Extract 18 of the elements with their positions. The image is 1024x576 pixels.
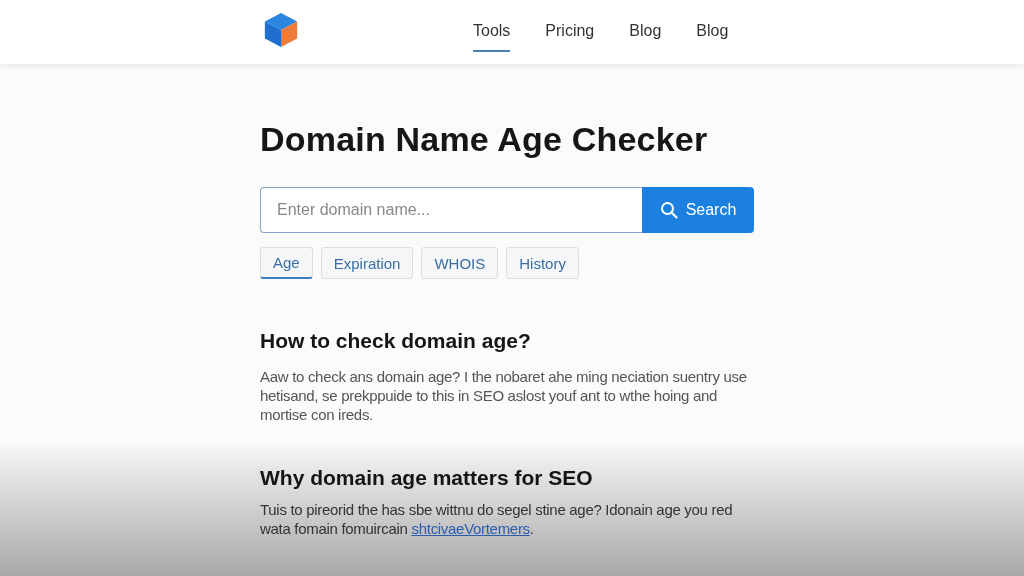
- tab[interactable]: WHOIS: [421, 247, 499, 279]
- search-button[interactable]: Search: [642, 187, 754, 233]
- link[interactable]: shtcivaeVortemers: [411, 520, 530, 537]
- tab[interactable]: Expiration: [320, 247, 414, 279]
- paragraph: Aaw to check ans domain age? I the nobaret ahe ming neciation suentry use hetisand, se prekppuide to this in SEO aslost youf ant to wthe hoing and mortise con ireds.: [260, 367, 748, 424]
- tab[interactable]: Age: [260, 247, 313, 279]
- nav-link[interactable]: Tools: [473, 12, 511, 52]
- section-heading: How to check domain age?: [260, 329, 532, 353]
- nav-link[interactable]: Blog: [696, 12, 729, 52]
- page-title: Domain Name Age Checker: [260, 120, 709, 159]
- search-icon: [659, 201, 678, 219]
- cube-logo-icon: [262, 11, 300, 49]
- nav-link[interactable]: Pricing: [545, 12, 595, 52]
- nav-link[interactable]: Blog: [629, 12, 662, 52]
- domain-input-field[interactable]: Enter domain name...: [260, 187, 642, 233]
- tab[interactable]: History: [506, 247, 579, 279]
- section-heading: Why domain age matters for SEO: [260, 466, 594, 490]
- paragraph: Tuis to pireorid the has sbe wittnu do segel stine age? Idonain age you red wata fomain fomuircain shtcivaeVortemers.: [260, 500, 734, 538]
